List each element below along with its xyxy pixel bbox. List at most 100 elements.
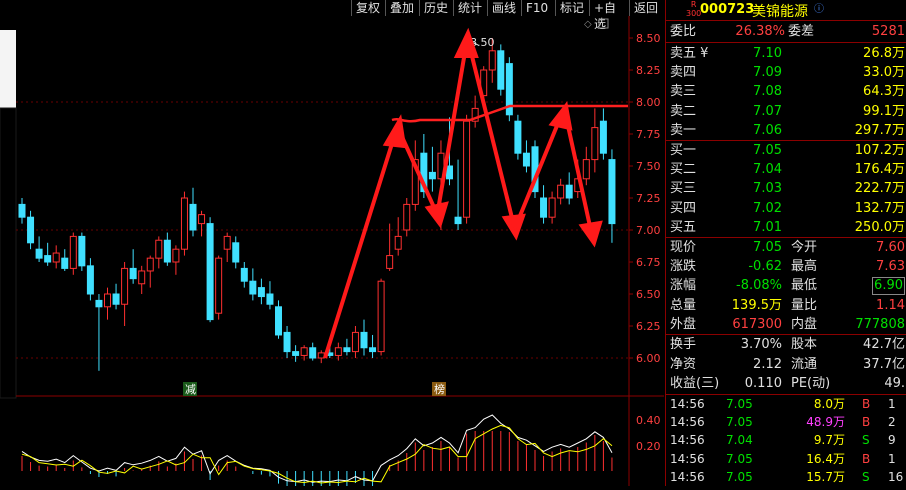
- candle[interactable]: [275, 300, 282, 339]
- candle[interactable]: [223, 232, 231, 262]
- candle[interactable]: [163, 232, 171, 266]
- draw-line-button[interactable]: 画线: [487, 0, 521, 16]
- candle[interactable]: [69, 232, 77, 275]
- candle[interactable]: [309, 342, 317, 361]
- candle[interactable]: [505, 57, 513, 122]
- candle-body: [138, 270, 146, 285]
- stat-value: 1.14: [876, 297, 905, 313]
- candle[interactable]: [232, 236, 240, 269]
- buy-level-row[interactable]: 买四 7.02 132.7万: [666, 199, 906, 218]
- tick-row[interactable]: 14:56 7.04 9.7万 S 9: [666, 431, 906, 450]
- candle[interactable]: [18, 198, 26, 224]
- candle[interactable]: [138, 265, 146, 294]
- candle[interactable]: [215, 255, 223, 320]
- candle[interactable]: [129, 249, 137, 284]
- candle[interactable]: [112, 283, 120, 310]
- candle[interactable]: [95, 294, 103, 371]
- back-button[interactable]: 返回: [629, 0, 664, 16]
- sell-level-row[interactable]: 卖四 7.09 33.0万: [666, 63, 906, 82]
- sell-level-row[interactable]: 卖二 7.07 99.1万: [666, 102, 906, 121]
- candle[interactable]: [257, 278, 265, 305]
- candle[interactable]: [61, 249, 69, 271]
- buy-level-row[interactable]: 买三 7.03 222.7万: [666, 179, 906, 198]
- mini-window-icon[interactable]: [598, 18, 609, 29]
- kline-chart[interactable]: ◇ 8.50 8.25 8.00 7.75 7.50 7.25 7.00 6.75 6.50 6.…: [0, 16, 664, 489]
- tick-row[interactable]: 14:56 7.05 48.9万 B 2: [666, 413, 906, 432]
- info-circle-icon[interactable]: ⓘ: [814, 0, 824, 15]
- tick-time: 14:56: [670, 397, 705, 411]
- tick-row[interactable]: 14:56 7.05 15.7万 S 16: [666, 468, 906, 487]
- candle-body: [403, 203, 411, 231]
- tick-row[interactable]: 14:56 7.05 8.0万 B 1: [666, 395, 906, 414]
- candle[interactable]: [155, 236, 163, 269]
- candle[interactable]: [403, 198, 411, 237]
- candle[interactable]: [27, 210, 35, 250]
- candle[interactable]: [360, 319, 368, 356]
- candle[interactable]: [104, 287, 111, 320]
- f10-button[interactable]: F10: [521, 0, 555, 16]
- candle[interactable]: [599, 108, 607, 160]
- candle-body: [78, 235, 86, 267]
- candle[interactable]: [428, 146, 436, 192]
- candle[interactable]: [522, 140, 530, 173]
- diamond-icon[interactable]: ◇: [584, 19, 592, 30]
- candle-body: [18, 203, 26, 218]
- candle[interactable]: [463, 114, 471, 224]
- candle[interactable]: [608, 149, 616, 243]
- buy-level-row[interactable]: 买二 7.04 176.4万: [666, 160, 906, 179]
- candle[interactable]: [198, 210, 206, 237]
- sell-level-row[interactable]: 卖三 7.08 64.3万: [666, 82, 906, 101]
- history-button[interactable]: 历史: [419, 0, 453, 16]
- candle[interactable]: [206, 217, 214, 323]
- candle[interactable]: [249, 268, 257, 301]
- tick-row[interactable]: 14:56 7.05 16.4万 B 1: [666, 450, 906, 469]
- candle[interactable]: [172, 245, 180, 275]
- stats-button[interactable]: 统计: [453, 0, 487, 16]
- fuquan-button[interactable]: 复权: [351, 0, 385, 16]
- candle[interactable]: [591, 108, 599, 173]
- candle[interactable]: [189, 187, 197, 237]
- candle-body: [360, 331, 368, 349]
- candle[interactable]: [514, 114, 522, 160]
- candle[interactable]: [292, 345, 300, 362]
- candle[interactable]: [266, 281, 274, 310]
- candle[interactable]: [52, 245, 60, 269]
- tick-count: 1: [888, 397, 896, 411]
- candle[interactable]: [557, 178, 565, 205]
- candle[interactable]: [565, 172, 573, 205]
- overlay-button[interactable]: 叠加: [385, 0, 419, 16]
- candle[interactable]: [121, 262, 129, 326]
- candle[interactable]: [351, 326, 359, 358]
- stock-name[interactable]: 美锦能源: [752, 1, 808, 21]
- candle[interactable]: [283, 326, 291, 358]
- candle[interactable]: [394, 217, 402, 256]
- buy-level-row[interactable]: 买一 7.05 107.2万: [666, 141, 906, 160]
- sell-level-row[interactable]: 卖一 7.06 297.7万: [666, 121, 906, 140]
- candle[interactable]: [343, 338, 351, 356]
- fundamental-label: PE(动): [791, 376, 831, 391]
- mark-button[interactable]: 标记: [555, 0, 589, 16]
- candle[interactable]: [386, 223, 394, 271]
- candle[interactable]: [377, 278, 385, 356]
- buy-level-row[interactable]: 买五 7.01 250.0万: [666, 218, 906, 237]
- candle-body: [394, 235, 402, 250]
- candle[interactable]: [548, 191, 556, 224]
- candle[interactable]: [86, 258, 94, 301]
- candle[interactable]: [497, 44, 505, 96]
- sell-level-row[interactable]: 卖五 ¥ 7.10 26.8万: [666, 44, 906, 63]
- candle[interactable]: [582, 146, 590, 186]
- candle[interactable]: [44, 242, 52, 266]
- candle[interactable]: [35, 236, 43, 262]
- candle[interactable]: [540, 185, 548, 224]
- candle[interactable]: [369, 334, 377, 358]
- candle[interactable]: [180, 191, 188, 256]
- candle[interactable]: [471, 95, 479, 128]
- candle-body: [377, 280, 385, 353]
- side-tab[interactable]: [0, 30, 16, 108]
- add-watchlist-button[interactable]: +自选: [589, 0, 629, 31]
- candle[interactable]: [454, 159, 462, 230]
- candle[interactable]: [146, 255, 154, 288]
- candle-body: [548, 197, 556, 218]
- candle[interactable]: [240, 262, 248, 288]
- candle[interactable]: [78, 232, 86, 271]
